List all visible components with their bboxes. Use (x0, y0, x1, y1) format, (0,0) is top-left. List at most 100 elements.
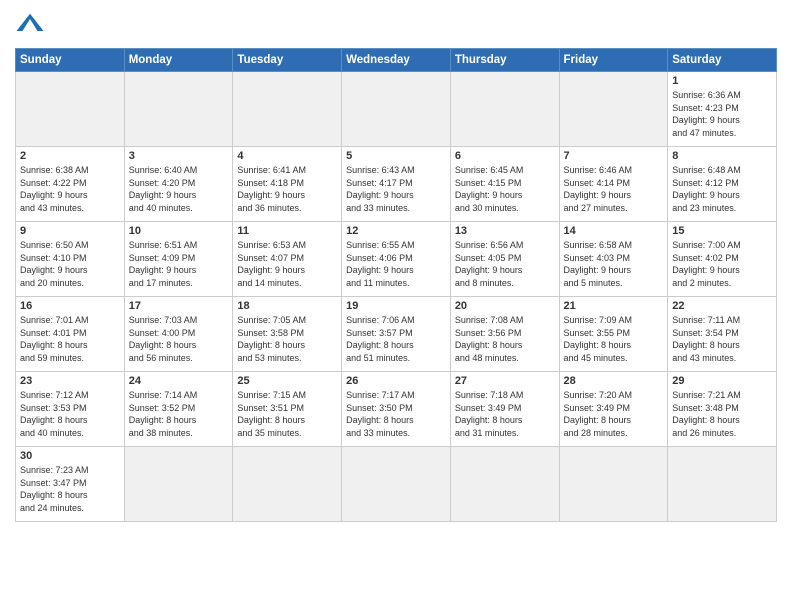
day-number: 30 (20, 450, 120, 462)
calendar-week-row: 2 Sunrise: 6:38 AM Sunset: 4:22 PM Daylig… (16, 147, 777, 222)
day-info: Sunrise: 6:53 AM Sunset: 4:07 PM Dayligh… (237, 239, 337, 289)
day-number: 26 (346, 375, 446, 387)
calendar-day-cell: 28 Sunrise: 7:20 AM Sunset: 3:49 PM Dayli… (559, 372, 668, 447)
day-number: 11 (237, 225, 337, 237)
day-number: 6 (455, 150, 555, 162)
calendar-day-cell: 21 Sunrise: 7:09 AM Sunset: 3:55 PM Dayli… (559, 297, 668, 372)
day-number: 27 (455, 375, 555, 387)
day-info: Sunrise: 7:11 AM Sunset: 3:54 PM Dayligh… (672, 314, 772, 364)
calendar-day-cell (450, 447, 559, 522)
calendar-day-cell (559, 72, 668, 147)
calendar-day-cell: 19 Sunrise: 7:06 AM Sunset: 3:57 PM Dayli… (342, 297, 451, 372)
calendar-day-cell: 12Sunrise: 6:55 AM Sunset: 4:06 PM Dayli… (342, 222, 451, 297)
logo (15, 10, 49, 40)
calendar-day-cell: 26 Sunrise: 7:17 AM Sunset: 3:50 PM Dayli… (342, 372, 451, 447)
day-number: 23 (20, 375, 120, 387)
calendar-day-cell: 8Sunrise: 6:48 AM Sunset: 4:12 PM Daylig… (668, 147, 777, 222)
calendar-day-cell (124, 447, 233, 522)
calendar-header-row: SundayMondayTuesdayWednesdayThursdayFrid… (16, 49, 777, 72)
day-number: 17 (129, 300, 229, 312)
day-number: 8 (672, 150, 772, 162)
day-info: Sunrise: 7:23 AM Sunset: 3:47 PM Dayligh… (20, 464, 120, 514)
calendar-day-cell: 25Sunrise: 7:15 AM Sunset: 3:51 PM Dayli… (233, 372, 342, 447)
day-number: 22 (672, 300, 772, 312)
calendar-day-cell: 9 Sunrise: 6:50 AM Sunset: 4:10 PM Daylig… (16, 222, 125, 297)
calendar-day-cell: 2 Sunrise: 6:38 AM Sunset: 4:22 PM Daylig… (16, 147, 125, 222)
calendar-day-cell: 22 Sunrise: 7:11 AM Sunset: 3:54 PM Dayli… (668, 297, 777, 372)
day-info: Sunrise: 6:55 AM Sunset: 4:06 PM Dayligh… (346, 239, 446, 289)
calendar-day-cell: 10Sunrise: 6:51 AM Sunset: 4:09 PM Dayli… (124, 222, 233, 297)
calendar-day-cell (124, 72, 233, 147)
day-info: Sunrise: 7:09 AM Sunset: 3:55 PM Dayligh… (564, 314, 664, 364)
day-info: Sunrise: 7:05 AM Sunset: 3:58 PM Dayligh… (237, 314, 337, 364)
calendar-day-cell: 1 Sunrise: 6:36 AM Sunset: 4:23 PM Daylig… (668, 72, 777, 147)
day-header-saturday: Saturday (668, 49, 777, 72)
day-info: Sunrise: 6:41 AM Sunset: 4:18 PM Dayligh… (237, 164, 337, 214)
day-info: Sunrise: 6:58 AM Sunset: 4:03 PM Dayligh… (564, 239, 664, 289)
calendar-day-cell (342, 447, 451, 522)
calendar-day-cell: 29Sunrise: 7:21 AM Sunset: 3:48 PM Dayli… (668, 372, 777, 447)
calendar-week-row: 23Sunrise: 7:12 AM Sunset: 3:53 PM Dayli… (16, 372, 777, 447)
calendar-day-cell: 16Sunrise: 7:01 AM Sunset: 4:01 PM Dayli… (16, 297, 125, 372)
day-number: 28 (564, 375, 664, 387)
day-number: 1 (672, 75, 772, 87)
calendar-day-cell: 15Sunrise: 7:00 AM Sunset: 4:02 PM Dayli… (668, 222, 777, 297)
calendar-table: SundayMondayTuesdayWednesdayThursdayFrid… (15, 48, 777, 522)
day-number: 13 (455, 225, 555, 237)
day-number: 9 (20, 225, 120, 237)
day-info: Sunrise: 6:36 AM Sunset: 4:23 PM Dayligh… (672, 89, 772, 139)
calendar-day-cell: 11 Sunrise: 6:53 AM Sunset: 4:07 PM Dayli… (233, 222, 342, 297)
calendar-day-cell: 13Sunrise: 6:56 AM Sunset: 4:05 PM Dayli… (450, 222, 559, 297)
calendar-week-row: 16Sunrise: 7:01 AM Sunset: 4:01 PM Dayli… (16, 297, 777, 372)
day-number: 18 (237, 300, 337, 312)
day-info: Sunrise: 7:14 AM Sunset: 3:52 PM Dayligh… (129, 389, 229, 439)
day-number: 4 (237, 150, 337, 162)
day-info: Sunrise: 7:03 AM Sunset: 4:00 PM Dayligh… (129, 314, 229, 364)
day-number: 7 (564, 150, 664, 162)
calendar-week-row: 9 Sunrise: 6:50 AM Sunset: 4:10 PM Daylig… (16, 222, 777, 297)
day-header-wednesday: Wednesday (342, 49, 451, 72)
day-number: 10 (129, 225, 229, 237)
day-number: 3 (129, 150, 229, 162)
calendar-day-cell (233, 72, 342, 147)
day-info: Sunrise: 7:06 AM Sunset: 3:57 PM Dayligh… (346, 314, 446, 364)
logo-icon (15, 10, 45, 40)
day-info: Sunrise: 7:08 AM Sunset: 3:56 PM Dayligh… (455, 314, 555, 364)
day-info: Sunrise: 7:01 AM Sunset: 4:01 PM Dayligh… (20, 314, 120, 364)
day-header-friday: Friday (559, 49, 668, 72)
day-info: Sunrise: 7:20 AM Sunset: 3:49 PM Dayligh… (564, 389, 664, 439)
calendar-day-cell: 23Sunrise: 7:12 AM Sunset: 3:53 PM Dayli… (16, 372, 125, 447)
calendar-day-cell: 24Sunrise: 7:14 AM Sunset: 3:52 PM Dayli… (124, 372, 233, 447)
day-info: Sunrise: 6:46 AM Sunset: 4:14 PM Dayligh… (564, 164, 664, 214)
calendar-day-cell (342, 72, 451, 147)
calendar-day-cell: 4 Sunrise: 6:41 AM Sunset: 4:18 PM Daylig… (233, 147, 342, 222)
day-info: Sunrise: 7:17 AM Sunset: 3:50 PM Dayligh… (346, 389, 446, 439)
calendar-week-row: 1 Sunrise: 6:36 AM Sunset: 4:23 PM Daylig… (16, 72, 777, 147)
day-info: Sunrise: 6:40 AM Sunset: 4:20 PM Dayligh… (129, 164, 229, 214)
calendar-day-cell: 6 Sunrise: 6:45 AM Sunset: 4:15 PM Daylig… (450, 147, 559, 222)
calendar-day-cell: 7 Sunrise: 6:46 AM Sunset: 4:14 PM Daylig… (559, 147, 668, 222)
day-number: 21 (564, 300, 664, 312)
calendar-day-cell: 3 Sunrise: 6:40 AM Sunset: 4:20 PM Daylig… (124, 147, 233, 222)
header (15, 10, 777, 40)
day-info: Sunrise: 6:50 AM Sunset: 4:10 PM Dayligh… (20, 239, 120, 289)
calendar-day-cell: 20Sunrise: 7:08 AM Sunset: 3:56 PM Dayli… (450, 297, 559, 372)
calendar-day-cell: 27Sunrise: 7:18 AM Sunset: 3:49 PM Dayli… (450, 372, 559, 447)
calendar-day-cell: 14Sunrise: 6:58 AM Sunset: 4:03 PM Dayli… (559, 222, 668, 297)
calendar-day-cell: 5Sunrise: 6:43 AM Sunset: 4:17 PM Daylig… (342, 147, 451, 222)
day-number: 15 (672, 225, 772, 237)
calendar-page: SundayMondayTuesdayWednesdayThursdayFrid… (0, 0, 792, 612)
day-number: 2 (20, 150, 120, 162)
calendar-day-cell (450, 72, 559, 147)
day-header-tuesday: Tuesday (233, 49, 342, 72)
calendar-day-cell: 18 Sunrise: 7:05 AM Sunset: 3:58 PM Dayli… (233, 297, 342, 372)
calendar-day-cell (16, 72, 125, 147)
day-info: Sunrise: 6:38 AM Sunset: 4:22 PM Dayligh… (20, 164, 120, 214)
day-number: 19 (346, 300, 446, 312)
day-header-thursday: Thursday (450, 49, 559, 72)
day-info: Sunrise: 7:21 AM Sunset: 3:48 PM Dayligh… (672, 389, 772, 439)
calendar-day-cell: 17 Sunrise: 7:03 AM Sunset: 4:00 PM Dayli… (124, 297, 233, 372)
day-number: 25 (237, 375, 337, 387)
calendar-week-row: 30 Sunrise: 7:23 AM Sunset: 3:47 PM Dayli… (16, 447, 777, 522)
day-info: Sunrise: 6:45 AM Sunset: 4:15 PM Dayligh… (455, 164, 555, 214)
